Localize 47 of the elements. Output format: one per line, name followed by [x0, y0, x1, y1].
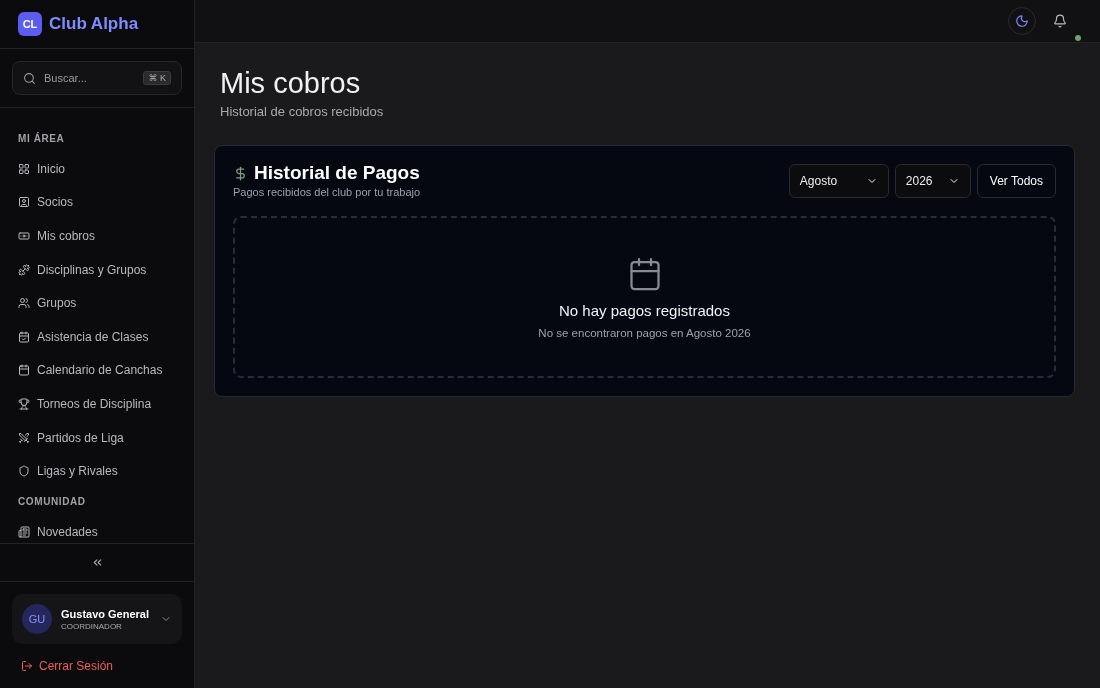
nav-item[interactable]: Partidos de Liga: [10, 420, 184, 455]
nav-item[interactable]: Disciplinas y Grupos: [10, 252, 184, 287]
users-icon: [18, 297, 30, 310]
nav-item[interactable]: Inicio: [10, 152, 184, 186]
nav-item[interactable]: Mis cobros: [10, 219, 184, 253]
dollar-icon: [233, 165, 248, 181]
trophy-icon: [18, 397, 30, 410]
view-all-button[interactable]: Ver Todos: [976, 164, 1056, 198]
nav-item[interactable]: Novedades: [10, 514, 184, 543]
section-title: COMUNIDAD: [17, 494, 87, 509]
card-title: Historial de Pagos: [254, 162, 420, 184]
shortcut-hint: ⌘ K: [143, 71, 171, 85]
section-title: MI ÁREA: [17, 131, 66, 146]
swords-icon: [18, 431, 30, 444]
logout-link[interactable]: Cerrar Sesión: [0, 644, 194, 688]
moon-icon: [1015, 14, 1029, 28]
nav-item[interactable]: Grupos: [10, 286, 184, 320]
nav-item[interactable]: Ligas y Rivales: [10, 454, 184, 488]
nav-item[interactable]: Socios: [10, 185, 184, 220]
search-field[interactable]: Buscar...: [42, 71, 138, 85]
banknote-icon: [18, 230, 30, 242]
avatar: GU: [22, 604, 52, 634]
calendar-icon: [18, 364, 30, 377]
page-subtitle: Historial de cobros recibidos: [220, 104, 385, 119]
nav-item[interactable]: Torneos de Disciplina: [10, 387, 184, 421]
search-icon: [23, 71, 36, 85]
calendar-check-icon: [18, 330, 30, 343]
month-select[interactable]: Agosto: [788, 164, 889, 198]
logout-icon: [21, 660, 33, 672]
page-title: Mis cobros: [220, 67, 362, 100]
nav-item[interactable]: Calendario de Canchas: [10, 353, 184, 388]
newspaper-icon: [18, 525, 30, 538]
user-name: Gustavo General: [61, 607, 151, 620]
grid-icon: [18, 162, 30, 175]
user-card-icon: [18, 196, 30, 209]
user-role: COORDINADOR: [61, 621, 123, 631]
card-subtitle: Pagos recibidos del club por tu trabajo: [233, 186, 421, 198]
brand-name: Club Alpha: [49, 14, 139, 34]
shield-icon: [18, 465, 30, 478]
nav-item[interactable]: Asistencia de Clases: [10, 319, 184, 354]
empty-title: No hay pagos registrados: [559, 301, 730, 319]
empty-text: No se encontraron pagos en Agosto 2026: [538, 326, 751, 339]
logo-badge: CL: [18, 12, 42, 36]
year-select[interactable]: 2026: [894, 164, 971, 198]
user-card[interactable]: GU Gustavo General COORDINADOR: [12, 594, 182, 644]
bell-icon: [1053, 14, 1067, 28]
dumbbell-icon: [18, 263, 30, 276]
